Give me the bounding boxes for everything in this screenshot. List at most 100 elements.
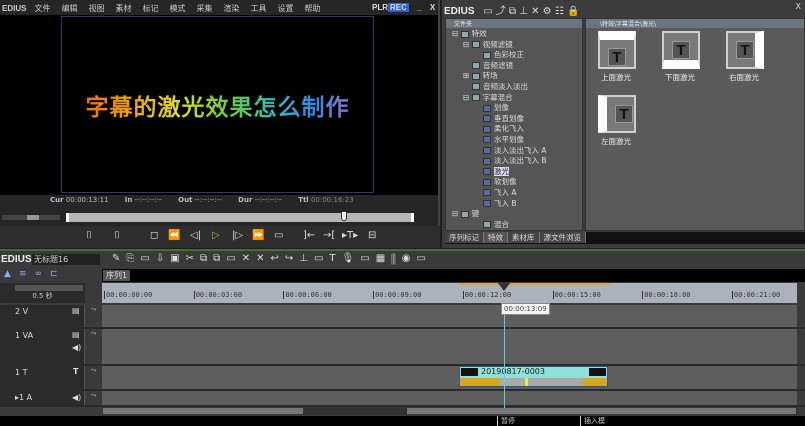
tab-bin[interactable]: 素材库 [508, 232, 540, 243]
timeline-scrollbar[interactable] [102, 407, 797, 415]
expand-icon[interactable]: ⊟ [452, 29, 461, 38]
track-2v: 2 V ▤ ⤳ [0, 305, 805, 329]
effect-top-laser[interactable]: T [598, 31, 636, 69]
tree-item[interactable]: 音频滤镜 [452, 61, 582, 72]
time-ruler[interactable]: 00:00:00:00 00:00:03:00 00:00:06:00 00:00:0… [102, 283, 797, 303]
tree-item[interactable]: 音频淡入淡出 [452, 82, 582, 93]
speaker-icon[interactable]: ◀) [72, 343, 81, 352]
menu-render[interactable]: 渲染 [223, 3, 239, 14]
fast-forward-button[interactable]: ⏩ [252, 230, 264, 242]
expand-icon[interactable]: ⊟ [463, 40, 472, 49]
prev-frame-button[interactable]: ◁| [190, 230, 201, 242]
transport-bar: ⌷ ⌷ ◻ ⏪ ◁| ▷ |▷ ⏩ ▭ ]← →[ ▸T▸ ⊟ [0, 226, 440, 248]
menu-help[interactable]: 帮助 [304, 3, 320, 14]
menu-capture[interactable]: 采集 [196, 3, 212, 14]
effect-icon [483, 168, 491, 176]
tree-item[interactable]: 软划像 [452, 177, 582, 188]
minimize-button[interactable]: _ [417, 3, 421, 12]
expand-icon[interactable]: ⊞ [463, 71, 472, 80]
effects-close-button[interactable]: X [796, 2, 801, 11]
track-tools[interactable]: ▲≡∞⊏ [4, 269, 66, 279]
tree-item[interactable]: 柔化飞入 [452, 124, 582, 135]
effect-icon [483, 147, 491, 155]
insert-button[interactable]: ]← [303, 230, 315, 242]
effect-icon [483, 189, 491, 197]
effect-right-laser[interactable]: T [726, 31, 764, 69]
tree-item[interactable]: 划像 [452, 103, 582, 114]
effect-bottom-laser[interactable]: T [662, 31, 700, 69]
replace-button[interactable]: ▸T▸ [342, 230, 358, 242]
menu-settings[interactable]: 设置 [277, 3, 293, 14]
tree-item[interactable]: ⊟ 特效 [452, 29, 582, 40]
timeline-toolbar[interactable]: ✎⎘▭⇩▣✂⧉⧉▭✕✕↩↪⊥▭T🎙▭▦⫼◉▭ [112, 253, 432, 264]
tree-item[interactable]: 垂直划像 [452, 114, 582, 125]
effect-icon [483, 221, 491, 229]
menu-edit[interactable]: 编辑 [61, 3, 77, 14]
rewind-button[interactable]: ⏪ [168, 230, 180, 242]
scale-control[interactable]: 0.5 秒 [0, 283, 85, 303]
tree-item[interactable]: 混合 [452, 220, 582, 231]
stop-button[interactable]: ◻ [150, 230, 158, 242]
close-button[interactable]: X [430, 3, 435, 12]
in-timecode: --:--:--:-- [134, 196, 162, 204]
sequence-tab-label[interactable]: 序列1 [103, 270, 131, 281]
tree-item[interactable]: 色彩校正 [452, 50, 582, 61]
effect-left-laser[interactable]: T [598, 95, 636, 133]
menu-clip[interactable]: 素材 [115, 3, 131, 14]
effects-window: EDIUS ▭ ⤴ ⧉ ⊥ ✕ ⚙ ☷ 🔒 X 文件夹 ⊟ 特效 ⊟ 视频滤镜 色彩… [442, 0, 805, 248]
menu-view[interactable]: 视图 [88, 3, 104, 14]
set-out-button[interactable]: ⌷ [114, 230, 120, 242]
tree-item[interactable]: ⊟ 视频滤镜 [452, 40, 582, 51]
effect-icon [460, 30, 469, 38]
export-button[interactable]: ⊟ [368, 230, 376, 242]
set-in-button[interactable]: ⌷ [86, 230, 92, 242]
effect-icon [460, 210, 469, 218]
title-clip[interactable]: 20190817-0003 [459, 366, 608, 387]
playhead-tooltip: 00:00:13:09 [501, 303, 550, 315]
menu-marker[interactable]: 标记 [142, 3, 158, 14]
position-handle[interactable] [341, 211, 347, 221]
loop-button[interactable]: ▭ [274, 230, 283, 242]
ruler-tick-label: 00:00:03:00 [193, 291, 243, 299]
tab-source-browser[interactable]: 源文件浏览 [539, 232, 586, 243]
shuttle-slider[interactable] [1, 214, 61, 221]
timecode-row: Cur 00:00:13:11 In --:--:--:-- Out --:--… [50, 196, 354, 204]
tree-item[interactable]: 淡入淡出飞入 B [452, 156, 582, 167]
cur-timecode: 00:00:13:11 [65, 196, 109, 204]
next-frame-button[interactable]: |▷ [232, 230, 243, 242]
effect-icon [472, 83, 480, 91]
folder-icon[interactable]: ▭ ⤴ ⧉ ⊥ ✕ ⚙ ☷ 🔒 [483, 6, 579, 17]
plr-button[interactable]: PLR [372, 3, 388, 12]
ruler-tick-label: 00:00:15:00 [552, 291, 601, 299]
tree-item[interactable]: 飞入 B [452, 199, 582, 210]
menu-mode[interactable]: 模式 [169, 3, 185, 14]
scale-value[interactable]: 0.5 秒 [0, 291, 85, 301]
tree-item[interactable]: 淡入淡出飞入 A [452, 146, 582, 157]
playhead-line [504, 303, 505, 408]
tree-item[interactable]: ⊟ 字幕混合 [452, 93, 582, 104]
overwrite-button[interactable]: →[ [323, 230, 335, 242]
playhead-marker[interactable] [498, 283, 510, 291]
effect-icon [483, 178, 491, 186]
expand-icon[interactable]: ⊟ [463, 93, 472, 102]
effect-icon [483, 104, 491, 112]
tab-effects[interactable]: 特效 [484, 232, 508, 243]
tab-sequence-markers[interactable]: 序列标记 [445, 232, 484, 243]
in-out-range [460, 283, 610, 285]
play-button[interactable]: ▷ [212, 230, 220, 242]
position-slider[interactable] [66, 211, 414, 222]
menu-tools[interactable]: 工具 [250, 3, 266, 14]
tree-item[interactable]: ⊞ 转场 [452, 71, 582, 82]
tree-item[interactable]: 水平划像 [452, 135, 582, 146]
expand-icon[interactable]: ⊟ [452, 209, 461, 218]
menu-file[interactable]: 文件 [34, 3, 50, 14]
rec-button[interactable]: REC [388, 3, 409, 12]
track-1a: ▸1 A ◀) ⤳ [0, 391, 805, 407]
project-name: 无标题16 [32, 254, 100, 265]
tree-item[interactable]: 飞入 A [452, 188, 582, 199]
sync-icon[interactable]: ⤳ [86, 305, 101, 327]
out-timecode: --:--:--:-- [194, 196, 222, 204]
tree-item[interactable]: 激光 [452, 166, 582, 178]
tree-item[interactable]: ⊟ 键 [452, 209, 582, 220]
effects-tree: ⊟ 特效 ⊟ 视频滤镜 色彩校正 音频滤镜 ⊞ 转场 音频淡入淡出 ⊟ 字幕混合 划像 垂直划像… [446, 28, 582, 230]
